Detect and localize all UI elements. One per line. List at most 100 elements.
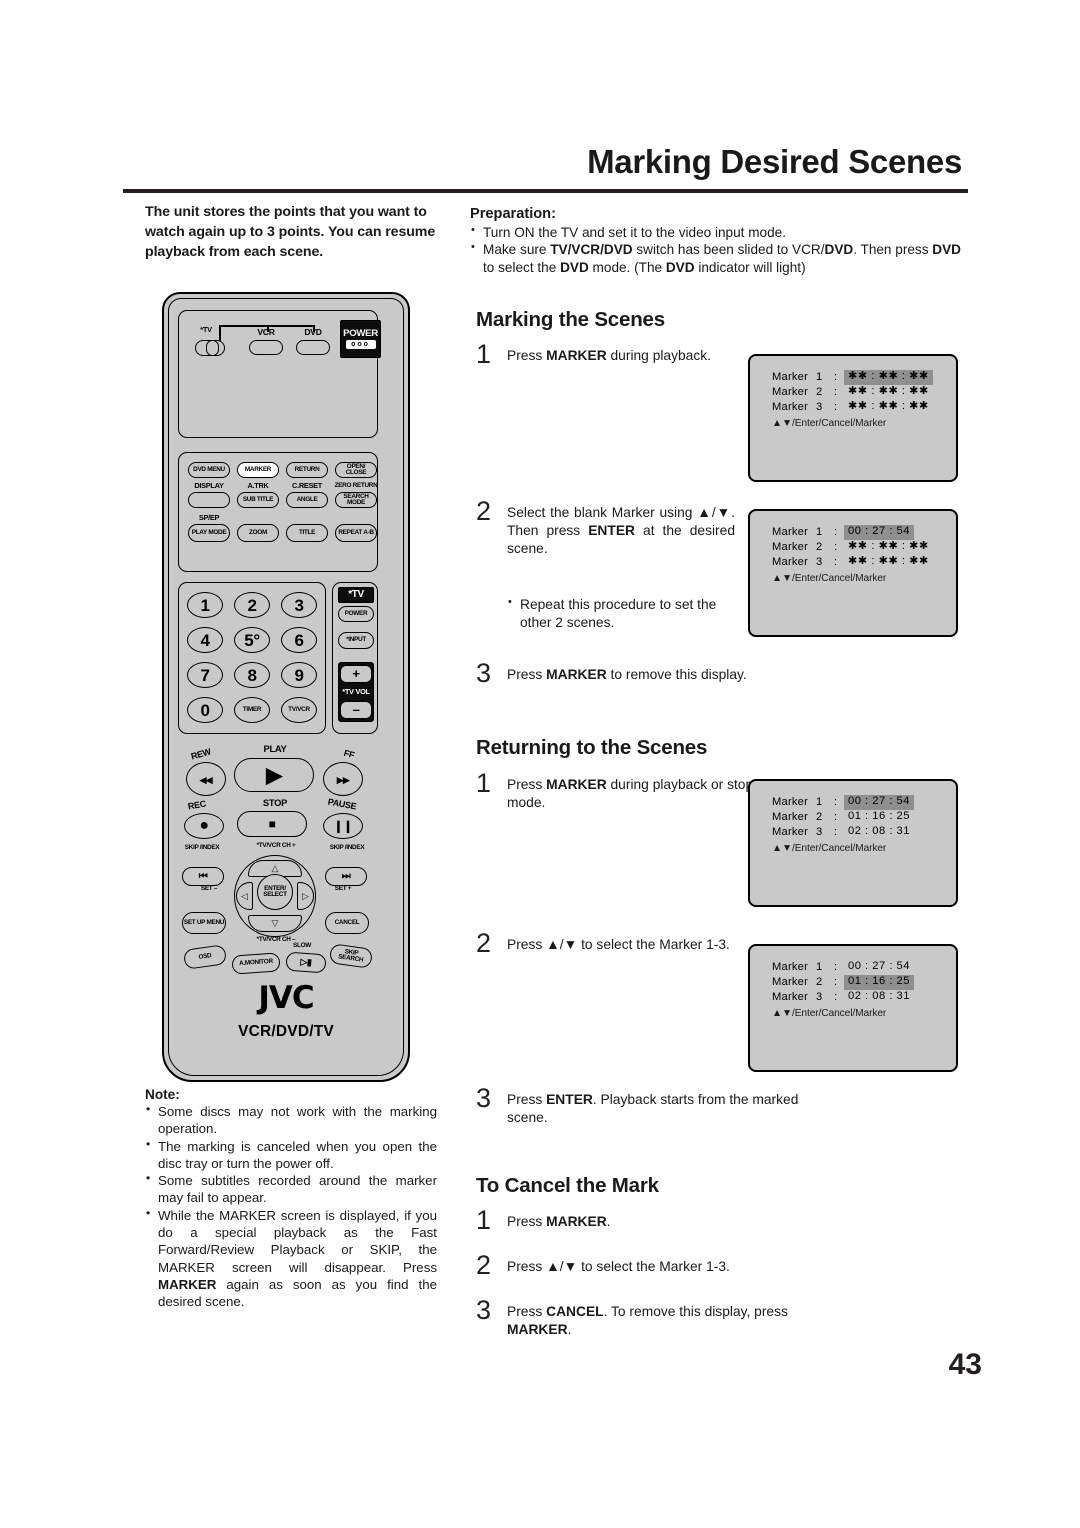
timer-button[interactable]: TIMER	[234, 697, 270, 723]
stop-icon: ■	[268, 817, 276, 831]
cancel-button[interactable]: CANCEL	[325, 912, 369, 934]
marker-label: MARKER	[244, 465, 272, 473]
osd-marker-row: Marker 2:01 : 16 : 25	[772, 975, 956, 990]
zoom-button[interactable]: ZOOM	[237, 524, 279, 542]
digit-6-button[interactable]: 6	[281, 627, 317, 653]
creset-label: C.RESET	[292, 481, 322, 490]
osd-marker-index: 3	[816, 990, 823, 1003]
tv-vol-plus[interactable]: +	[340, 665, 372, 683]
slow-button[interactable]: ▷▮	[285, 951, 327, 974]
step-text: Press MARKER during playback or stop mod…	[507, 777, 754, 810]
search-mode-button[interactable]: SEARCH MODE	[335, 492, 377, 508]
tv-mode-slider-knob[interactable]	[206, 340, 219, 356]
remote-model-label: VCR/DVD/TV	[238, 1023, 334, 1040]
play-mode-button[interactable]: PLAY MODE	[188, 524, 230, 542]
step-number: 3	[476, 1295, 492, 1325]
tv-vcr-button[interactable]: TV/VCR	[281, 697, 317, 723]
sp-ep-label: SP/EP	[198, 513, 220, 522]
osd-colon: :	[834, 540, 838, 553]
tv-power-button[interactable]: POWER	[338, 606, 374, 622]
play-mode-label: PLAY MODE	[191, 528, 227, 536]
sub-title-button[interactable]: SUB TITLE	[237, 492, 279, 508]
osd-colon: :	[834, 960, 838, 973]
a-monitor-button[interactable]: A.MONITOR	[231, 952, 281, 975]
atrk-label: A.TRK	[247, 481, 269, 490]
digit-7-button[interactable]: 7	[187, 662, 223, 688]
osd-colon: :	[834, 975, 838, 988]
angle-button[interactable]: ANGLE	[286, 492, 328, 508]
stop-label: STOP	[262, 797, 288, 808]
digit-3-button[interactable]: 3	[281, 592, 317, 618]
note-item: While the MARKER screen is displayed, if…	[145, 1206, 437, 1311]
record-icon: ●	[199, 817, 209, 834]
osd-marker-index: 1	[816, 960, 823, 973]
zero-return-label: ZERO RETURN	[334, 482, 378, 489]
dvd-menu-button[interactable]: DVD MENU	[188, 462, 230, 478]
osd-marker-row: Marker 1:00 : 27 : 54	[772, 795, 956, 810]
dvd-button[interactable]	[296, 340, 330, 355]
osd-marker-index: 1	[816, 525, 823, 538]
osd-marker-word: Marker	[772, 555, 809, 568]
skip-index-right-label: SKIP /INDEX	[329, 844, 365, 851]
tv-volume-rocker[interactable]: + *TV VOL –	[338, 662, 374, 722]
open-close-button[interactable]: OPEN/ CLOSE	[335, 462, 377, 478]
digit-5-button[interactable]: 5°	[234, 627, 270, 653]
dpad-right-button[interactable]: ▷	[297, 882, 314, 910]
setup-menu-button[interactable]: SET UP MENU	[182, 912, 226, 934]
step-number: 2	[476, 496, 492, 526]
play-icon: ▶	[266, 763, 282, 787]
repeat-ab-button[interactable]: REPEAT A-B	[335, 524, 377, 542]
power-led-dots: ooo	[345, 340, 376, 350]
osd-marker-time: 02 : 08 : 31	[848, 990, 910, 1003]
return-label: RETURN	[294, 465, 320, 473]
osd-marker-word: Marker	[772, 960, 809, 973]
display-button[interactable]	[188, 492, 230, 508]
dpad-down-button[interactable]: ▽	[248, 915, 302, 932]
return-button[interactable]: RETURN	[286, 462, 328, 478]
skip-search-label: SKIP SEARCH	[337, 948, 364, 964]
osd-marker-time: 01 : 16 : 25	[844, 975, 914, 990]
tv-vol-minus[interactable]: –	[340, 701, 372, 719]
pause-icon: ❙❙	[333, 819, 353, 833]
digit-1-button[interactable]: 1	[187, 592, 223, 618]
digit-1-label: 1	[200, 595, 210, 615]
skip-index-right-button[interactable]: ⏭	[325, 867, 367, 886]
marker-button[interactable]: MARKER	[237, 462, 279, 478]
skip-index-left-button[interactable]: ⏮	[182, 867, 224, 886]
title-button[interactable]: TITLE	[286, 524, 328, 542]
digit-8-button[interactable]: 8	[234, 662, 270, 688]
vcr-button[interactable]	[249, 340, 283, 355]
stop-button[interactable]: ■	[237, 811, 307, 837]
digit-9-button[interactable]: 9	[281, 662, 317, 688]
cancel-label: CANCEL	[334, 918, 360, 926]
osd-marker-index: 3	[816, 825, 823, 838]
rew-button[interactable]: ◂◂	[186, 762, 226, 796]
dpad-left-icon: ◁	[241, 891, 248, 901]
pause-button[interactable]: ❙❙	[323, 813, 363, 839]
mode-vcr-label: VCR	[257, 327, 275, 337]
osd-colon: :	[834, 370, 838, 383]
dpad-left-button[interactable]: ◁	[236, 882, 253, 910]
enter-select-label: ENTER/ SELECT	[263, 884, 287, 898]
osd-colon: :	[834, 400, 838, 413]
step-number: 3	[476, 1083, 492, 1113]
digit-8-label: 8	[247, 665, 257, 685]
rec-button[interactable]: ●	[184, 813, 224, 839]
play-button[interactable]: ▶	[234, 758, 314, 792]
digit-2-label: 2	[247, 595, 257, 615]
digit-4-button[interactable]: 4	[187, 627, 223, 653]
enter-select-button[interactable]: ENTER/ SELECT	[257, 874, 293, 910]
search-mode-label: SEARCH MODE	[343, 492, 369, 506]
digit-2-button[interactable]: 2	[234, 592, 270, 618]
note-heading: Note:	[145, 1087, 180, 1102]
ff-button[interactable]: ▸▸	[323, 762, 363, 796]
step-text: Press ▲/▼ to select the Marker 1-3.	[507, 1259, 730, 1274]
tv-input-button[interactable]: *INPUT	[338, 632, 374, 649]
preparation-heading: Preparation:	[470, 206, 556, 222]
preparation-item: Turn ON the TV and set it to the video i…	[470, 223, 970, 241]
title-label: TITLE	[298, 528, 316, 536]
osd-marker-word: Marker	[772, 540, 809, 553]
osd-marker-row: Marker 1:00 : 27 : 54	[772, 960, 956, 975]
power-button[interactable]: POWER ooo	[340, 320, 381, 358]
digit-0-button[interactable]: 0	[187, 697, 223, 723]
